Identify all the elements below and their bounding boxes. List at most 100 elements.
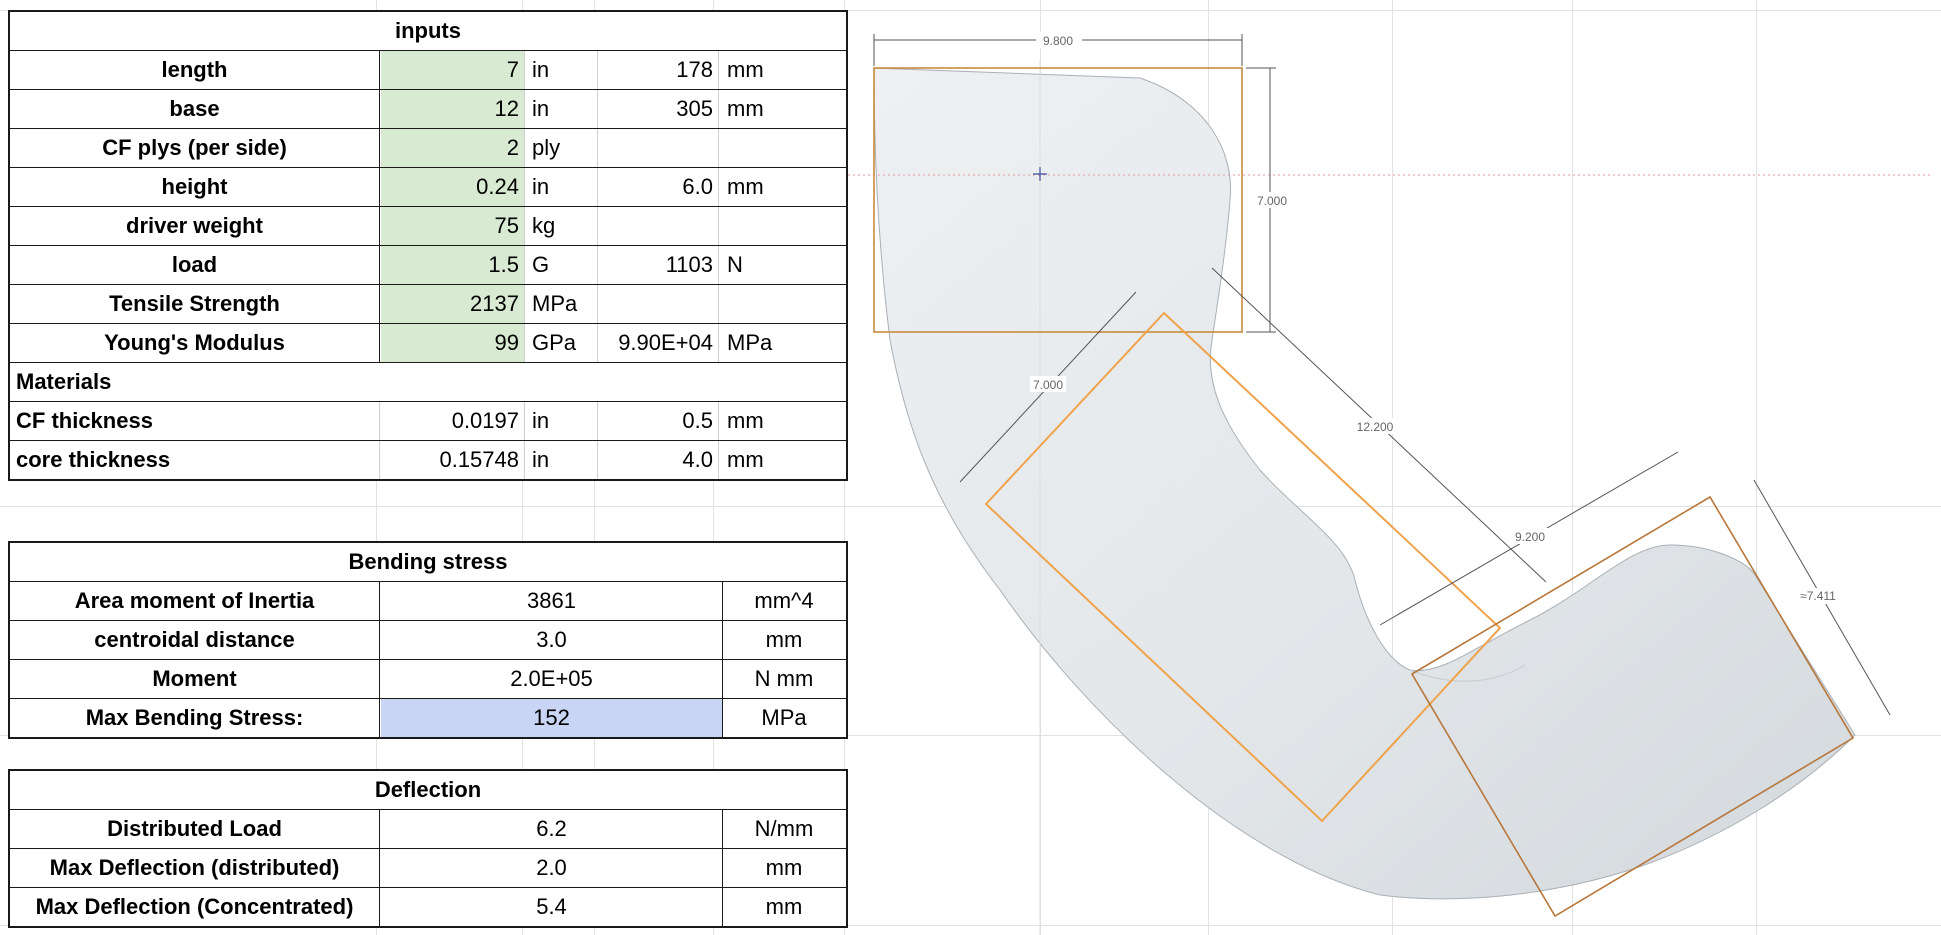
cell-value[interactable]: 0.24 [381, 168, 525, 206]
inputs-title: inputs [395, 18, 461, 43]
cell-value[interactable]: 2 [381, 129, 525, 167]
cell-unit-metric[interactable] [720, 129, 844, 167]
cell-unit[interactable]: in [526, 51, 598, 89]
cell-unit[interactable]: mm [724, 621, 844, 659]
cell-value-metric[interactable]: 1103 [599, 246, 719, 284]
cell-value-metric[interactable]: 9.90E+04 [599, 324, 719, 362]
cell-unit[interactable]: G [526, 246, 598, 284]
bending-stress-table: Bending stress Area moment of Inertia 38… [8, 541, 848, 739]
cell-label[interactable]: load [10, 246, 380, 284]
cell-label[interactable]: centroidal distance [10, 621, 380, 659]
cell-unit[interactable]: in [526, 90, 598, 128]
cell-value[interactable]: 3861 [381, 582, 723, 620]
cell-value[interactable]: 75 [381, 207, 525, 245]
bending-row-inertia: Area moment of Inertia 3861 mm^4 [10, 582, 846, 621]
cell-value-metric[interactable]: 305 [599, 90, 719, 128]
cell-value[interactable]: 2.0E+05 [381, 660, 723, 698]
cell-value[interactable]: 152 [381, 699, 723, 737]
dimension-lines [873, 34, 1891, 716]
bending-header-row: Bending stress [10, 541, 846, 582]
cell-label[interactable]: core thickness [10, 441, 380, 479]
cell-label[interactable]: Moment [10, 660, 380, 698]
cell-value-metric[interactable] [599, 207, 719, 245]
cell-value[interactable]: 0.15748 [381, 441, 525, 479]
sketch-rect-middle [984, 311, 1502, 823]
dim-label-bg [1796, 588, 1840, 604]
cell-unit-metric[interactable]: mm [720, 90, 844, 128]
deflection-row-max-concentrated: Max Deflection (Concentrated) 5.4 mm [10, 888, 846, 926]
cell-unit-metric[interactable]: mm [720, 402, 844, 440]
cell-unit-metric[interactable]: mm [720, 441, 844, 479]
cell-unit[interactable]: N/mm [724, 810, 844, 848]
cell-label[interactable]: base [10, 90, 380, 128]
cell-value[interactable]: 12 [381, 90, 525, 128]
dim-label-height: 7.000 [1257, 194, 1287, 208]
cell-unit[interactable]: kg [526, 207, 598, 245]
cell-label[interactable]: Max Deflection (distributed) [10, 849, 380, 887]
cell-label[interactable]: Tensile Strength [10, 285, 380, 323]
cell-unit[interactable]: in [526, 441, 598, 479]
cell-unit-metric[interactable] [720, 207, 844, 245]
cell-unit-metric[interactable] [720, 285, 844, 323]
cell-label[interactable]: CF plys (per side) [10, 129, 380, 167]
dim-label-bg [1030, 376, 1066, 392]
cell-label[interactable]: Young's Modulus [10, 324, 380, 362]
dim-label-middle-width: 7.000 [1033, 378, 1063, 392]
deflection-row-distributed-load: Distributed Load 6.2 N/mm [10, 810, 846, 849]
cell-unit[interactable]: mm [724, 849, 844, 887]
bending-row-centroidal: centroidal distance 3.0 mm [10, 621, 846, 660]
cell-label[interactable]: Area moment of Inertia [10, 582, 380, 620]
cell-unit[interactable]: MPa [526, 285, 598, 323]
deflection-table: Deflection Distributed Load 6.2 N/mm Max… [8, 769, 848, 928]
cell-unit-metric[interactable]: mm [720, 168, 844, 206]
cell-label[interactable]: driver weight [10, 207, 380, 245]
cell-unit[interactable]: in [526, 402, 598, 440]
cell-unit[interactable]: N mm [724, 660, 844, 698]
cell-unit[interactable]: mm [724, 888, 844, 926]
part-crease [1409, 664, 1526, 682]
dim-label-width: 9.800 [1043, 34, 1073, 48]
input-row-driver-weight: driver weight 75 kg [10, 207, 846, 246]
cell-label[interactable]: height [10, 168, 380, 206]
cell-value-metric[interactable]: 0.5 [599, 402, 719, 440]
cell-unit-metric[interactable]: N [720, 246, 844, 284]
cell-value-metric[interactable]: 178 [599, 51, 719, 89]
cell-value[interactable]: 7 [381, 51, 525, 89]
cell-value[interactable]: 2137 [381, 285, 525, 323]
cell-value-metric[interactable] [599, 285, 719, 323]
cell-value[interactable]: 2.0 [381, 849, 723, 887]
deflection-header-row: Deflection [10, 769, 846, 810]
cell-unit[interactable]: in [526, 168, 598, 206]
material-row-cf-thickness: CF thickness 0.0197 in 0.5 mm [10, 402, 846, 441]
bending-title[interactable]: Bending stress [10, 543, 846, 581]
input-row-height: height 0.24 in 6.0 mm [10, 168, 846, 207]
cell-value-metric[interactable]: 6.0 [599, 168, 719, 206]
materials-title[interactable]: Materials [10, 363, 846, 401]
materials-header-row: Materials [10, 363, 846, 402]
cell-unit[interactable]: ply [526, 129, 598, 167]
cell-unit[interactable]: mm^4 [724, 582, 844, 620]
dim-label-bg [1036, 32, 1082, 48]
input-row-base: base 12 in 305 mm [10, 90, 846, 129]
cell-unit-metric[interactable]: mm [720, 51, 844, 89]
cell-label[interactable]: Max Deflection (Concentrated) [10, 888, 380, 926]
cell-unit[interactable]: MPa [724, 699, 844, 737]
cell-value[interactable]: 0.0197 [381, 402, 525, 440]
cell-value[interactable]: 6.2 [381, 810, 723, 848]
cell-unit-metric[interactable]: MPa [720, 324, 844, 362]
cell-value-metric[interactable]: 4.0 [599, 441, 719, 479]
cell-value[interactable]: 3.0 [381, 621, 723, 659]
cell-value[interactable]: 5.4 [381, 888, 723, 926]
input-row-tensile-strength: Tensile Strength 2137 MPa [10, 285, 846, 324]
cell-label[interactable]: Max Bending Stress: [10, 699, 380, 737]
bending-row-moment: Moment 2.0E+05 N mm [10, 660, 846, 699]
cell-label[interactable]: Distributed Load [10, 810, 380, 848]
cell-value-metric[interactable] [599, 129, 719, 167]
dim-label-bg [1512, 528, 1548, 544]
cell-value[interactable]: 1.5 [381, 246, 525, 284]
deflection-title[interactable]: Deflection [10, 771, 846, 809]
cell-label[interactable]: CF thickness [10, 402, 380, 440]
cell-value[interactable]: 99 [381, 324, 525, 362]
cell-label[interactable]: length [10, 51, 380, 89]
cell-unit[interactable]: GPa [526, 324, 598, 362]
